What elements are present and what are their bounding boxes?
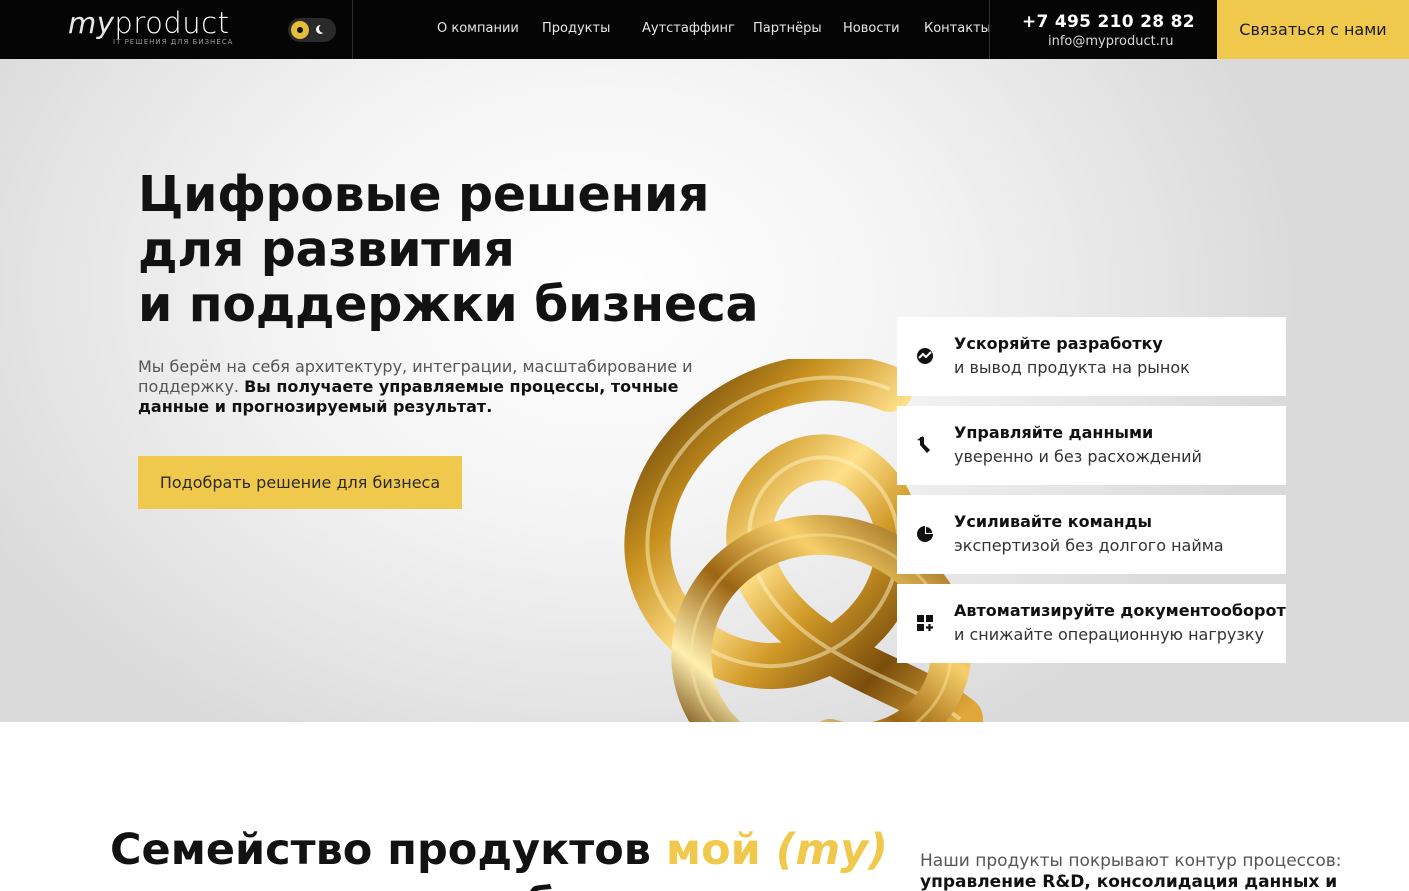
hero-title-line: и поддержки бизнеса [138,276,759,333]
feature-subtitle: и снижайте операционную нагрузку [954,625,1265,644]
email-link[interactable]: info@myproduct.ru [1048,34,1173,49]
contact-us-button[interactable]: Связаться с нами [1217,0,1409,59]
theme-toggle[interactable] [288,18,336,42]
header-divider [352,0,353,59]
products-description: Наши продукты покрывают контур процессов… [920,851,1342,891]
find-solution-button[interactable]: Подобрать решение для бизнеса [138,456,462,509]
feature-title: Управляйте данными [954,423,1154,442]
hero-section: Цифровые решения для развития и поддержк… [0,59,1409,722]
moon-icon [316,24,328,35]
nav-item-outstaffing[interactable]: Аутстаффинг [642,21,735,36]
nav-item-contacts[interactable]: Контакты [924,21,991,36]
products-section-title-line2: для управления бизнесом [110,876,761,891]
chart-circle-icon [917,348,933,364]
grid-plus-icon [917,615,933,631]
header-divider [989,0,990,59]
hero-title: Цифровые решения для развития и поддержк… [138,166,759,333]
sun-icon [291,21,309,39]
feature-title: Автоматизируйте документооборот [954,601,1286,620]
feature-title: Ускоряйте разработку [954,334,1163,353]
logo[interactable]: myproduct IT РЕШЕНИЯ ДЛЯ БИЗНЕСА [68,6,232,46]
hero-title-line: для развития [138,221,515,278]
nav-item-products[interactable]: Продукты [542,21,610,36]
pie-chart-icon [917,526,933,542]
feature-subtitle: и вывод продукта на рынок [954,358,1190,377]
feature-title: Усиливайте команды [954,512,1152,531]
logo-wordmark: myproduct [68,6,230,40]
site-header: myproduct IT РЕШЕНИЯ ДЛЯ БИЗНЕСА О компа… [0,0,1409,59]
products-section-title: Семейство продуктов мой (my) [110,825,888,875]
nav-item-about[interactable]: О компании [437,21,519,36]
refresh-arrows-icon [917,436,930,453]
logo-tagline: IT РЕШЕНИЯ ДЛЯ БИЗНЕСА [113,38,234,46]
feature-subtitle: экспертизой без долгого найма [954,536,1224,555]
feature-card: Ускоряйте разработку и вывод продукта на… [897,317,1286,396]
phone-link[interactable]: +7 495 210 28 82 [1022,12,1195,32]
hero-title-line: Цифровые решения [138,166,710,223]
nav-item-news[interactable]: Новости [843,21,900,36]
nav-item-partners[interactable]: Партнёры [753,21,822,36]
feature-card: Автоматизируйте документооборот и снижай… [897,584,1286,663]
feature-card: Усиливайте команды экспертизой без долго… [897,495,1286,574]
feature-card: Управляйте данными уверенно и без расхож… [897,406,1286,485]
feature-subtitle: уверенно и без расхождений [954,447,1202,466]
